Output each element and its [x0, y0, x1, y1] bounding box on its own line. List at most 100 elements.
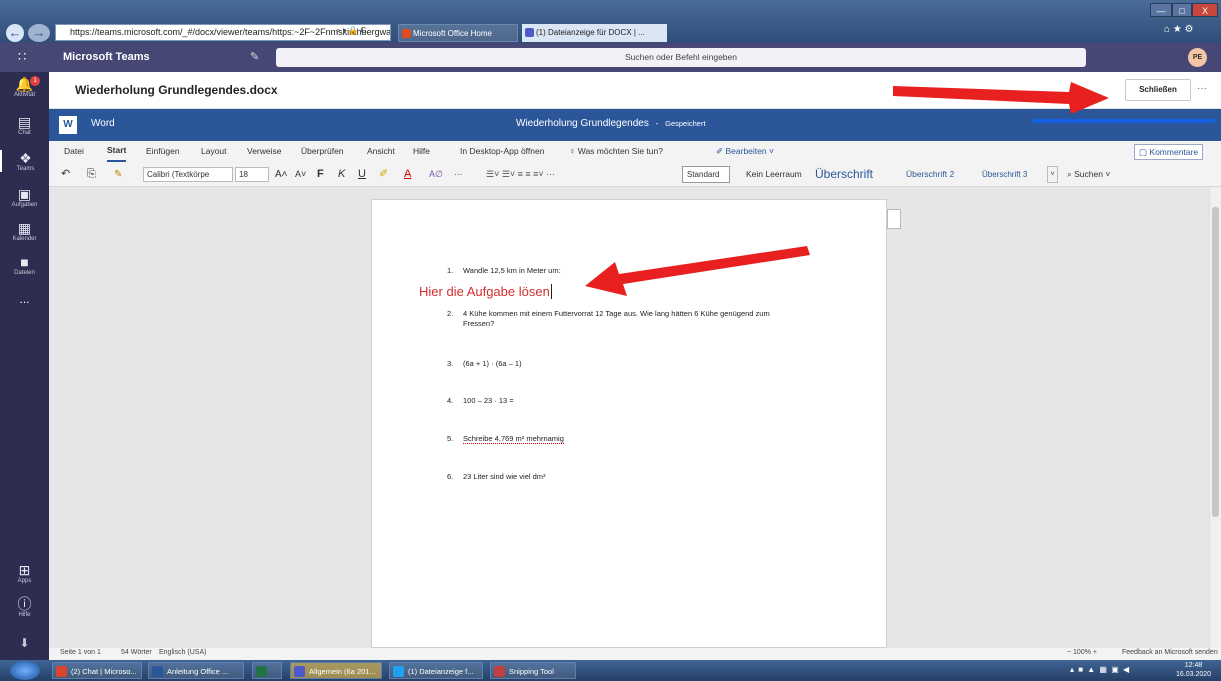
q2-text: 4 Kühe kommen mit einem Futtervorrat 12 … — [463, 309, 770, 328]
style-heading-2[interactable]: Überschrift 2 — [906, 162, 954, 187]
more-font-options[interactable]: ··· — [454, 162, 463, 187]
rail-item-activity[interactable]: 🔔 Aktivität 1 — [0, 76, 49, 98]
rail-label-activity: Aktivität — [13, 92, 35, 98]
zoom-control[interactable]: − 100% + — [1067, 649, 1097, 656]
taskbar-item-ie[interactable]: (1) Dateianzeige f... — [389, 662, 483, 679]
office-icon — [402, 29, 411, 38]
rail-item-chat[interactable]: ▤ Chat — [0, 114, 49, 136]
scrollbar-thumb[interactable] — [1212, 207, 1219, 517]
q3-num: 3. — [447, 359, 454, 368]
new-chat-icon[interactable]: ✎ — [250, 50, 259, 63]
rail-item-assignments[interactable]: ▣ Aufgaben — [0, 186, 49, 208]
title-separator: - — [655, 119, 659, 128]
rail-label-teams: Teams — [16, 166, 35, 172]
list-tools-icons[interactable]: ☰˅ ☰˅ ≡ ≡ ≡˅ ··· — [486, 162, 555, 187]
start-button[interactable] — [10, 661, 40, 680]
answer-hint[interactable]: Hier die Aufgabe lösen — [419, 284, 552, 299]
search-button[interactable]: ⌕ Suchen ˅ — [1067, 162, 1110, 187]
vertical-scrollbar[interactable] — [1209, 187, 1221, 648]
app-grid-icon[interactable]: ∷ — [18, 49, 26, 65]
word-count: 54 Wörter — [121, 649, 152, 656]
italic-button[interactable]: K — [338, 162, 345, 187]
browser-chrome: ← → https://teams.microsoft.com/_#/docx/… — [0, 0, 1221, 43]
rail-item-teams[interactable]: ❖ Teams — [0, 150, 49, 172]
format-painter-icon[interactable]: ✎ — [114, 162, 122, 187]
status-bar: Seite 1 von 1 54 Wörter Englisch (USA) −… — [49, 648, 1221, 660]
taskbar-item-snipping[interactable]: Snipping Tool — [490, 662, 576, 679]
taskbar-teams-label: Allgemein (6a 201... — [309, 667, 376, 676]
search-input[interactable]: Suchen oder Befehl eingeben — [276, 48, 1086, 67]
tab-office-home[interactable]: Microsoft Office Home — [398, 24, 518, 42]
feedback-link[interactable]: Feedback an Microsoft senden — [1122, 649, 1218, 656]
tab-start[interactable]: Start — [107, 141, 127, 162]
tab-hilfe[interactable]: Hilfe — [413, 141, 430, 162]
edit-mode-button[interactable]: ✐ Bearbeiten ˅ — [716, 141, 774, 162]
tab-verweise[interactable]: Verweise — [247, 141, 282, 162]
document-title[interactable]: Wiederholung Grundlegendes - Gespeichert — [516, 118, 706, 129]
download-icon[interactable]: ⬇ — [0, 636, 49, 650]
q1-num: 1. — [447, 266, 454, 275]
font-color-icon[interactable]: A — [404, 162, 411, 187]
taskbar-item-excel[interactable] — [252, 662, 282, 679]
style-no-spacing[interactable]: Kein Leerraum — [746, 162, 802, 187]
home-star-gear-icons[interactable]: ⌂ ★ ⚙ — [1164, 24, 1194, 35]
bold-button[interactable]: F — [317, 162, 324, 187]
shrink-font-icon[interactable]: A˅ — [295, 162, 306, 187]
highlight-icon[interactable]: ✐ — [379, 162, 388, 187]
avatar[interactable]: PE — [1188, 48, 1207, 67]
rail-item-files[interactable]: ■ Dateien — [0, 254, 49, 276]
taskbar-snipping-label: Snipping Tool — [509, 667, 554, 676]
close-file-button[interactable]: Schließen — [1125, 79, 1191, 101]
address-icons[interactable]: ⌕ ▾ 🔒 C — [336, 26, 366, 36]
clock[interactable]: 12:48 16.03.2020 — [1176, 661, 1211, 679]
q6-text: 23 Liter sind wie viel dm³ — [463, 472, 546, 481]
taskbar-item-word[interactable]: Anleitung Office ... — [148, 662, 244, 679]
tell-me-field[interactable]: ♀ Was möchten Sie tun? — [569, 141, 663, 162]
tell-me-label: Was möchten Sie tun? — [577, 146, 663, 156]
clear-format-icon[interactable]: A∅ — [429, 162, 443, 187]
question-3[interactable]: 3. (6a + 1) · (6a – 1) — [447, 359, 522, 369]
tab-ansicht[interactable]: Ansicht — [367, 141, 395, 162]
minimize-button[interactable]: — — [1150, 3, 1172, 17]
styles-dropdown-icon[interactable]: ˅ — [1047, 166, 1058, 183]
comments-button[interactable]: ▢ Kommentare — [1134, 144, 1204, 160]
forward-button[interactable]: → — [28, 24, 50, 42]
rail-item-calendar[interactable]: ▦ Kalender — [0, 220, 49, 242]
question-4[interactable]: 4. 100 – 23 · 13 = — [447, 396, 514, 406]
grow-font-icon[interactable]: A˄ — [275, 162, 288, 187]
language[interactable]: Englisch (USA) — [159, 649, 206, 656]
tab-layout[interactable]: Layout — [201, 141, 227, 162]
tab-datei[interactable]: Datei — [64, 141, 84, 162]
more-options-icon[interactable]: ··· — [1197, 83, 1207, 94]
back-button[interactable]: ← — [6, 24, 24, 42]
rail-label-chat: Chat — [18, 130, 31, 136]
tab-ueberpruefen[interactable]: Überprüfen — [301, 141, 344, 162]
tab-open-desktop[interactable]: In Desktop-App öffnen — [460, 141, 544, 162]
style-heading-3[interactable]: Überschrift 3 — [982, 162, 1027, 187]
question-5[interactable]: 5. Schreibe 4,769 m² mehrnamig — [447, 434, 564, 444]
rail-item-help[interactable]: ⓘ Hilfe — [0, 596, 49, 618]
style-heading-1[interactable]: Überschrift — [815, 162, 873, 187]
system-tray-icons[interactable]: ▴ ■ ▲ ▦ ▣ ◀ — [1070, 665, 1130, 674]
question-6[interactable]: 6. 23 Liter sind wie viel dm³ — [447, 472, 546, 482]
q4-num: 4. — [447, 396, 454, 405]
tab-einfuegen[interactable]: Einfügen — [146, 141, 180, 162]
maximize-button[interactable]: □ — [1172, 3, 1192, 17]
close-window-button[interactable]: X — [1192, 3, 1218, 17]
question-1[interactable]: 1. Wandle 12,5 km in Meter um: — [447, 266, 561, 276]
question-2[interactable]: 2. 4 Kühe kommen mit einem Futtervorrat 1… — [447, 309, 807, 329]
undo-icon[interactable]: ↶ — [61, 162, 70, 187]
font-family-select[interactable]: Calibri (Textkörpe — [143, 167, 233, 182]
font-size-select[interactable]: 18 — [235, 167, 269, 182]
clipboard-icon[interactable]: ⎘ — [87, 162, 96, 187]
rail-more-button[interactable]: ... — [0, 292, 49, 306]
taskbar-chrome-label: (2) Chat | Microso... — [71, 667, 137, 676]
taskbar-item-teams[interactable]: Allgemein (6a 201... — [290, 662, 382, 679]
taskbar-item-chrome[interactable]: (2) Chat | Microso... — [52, 662, 142, 679]
bell-icon: 🔔 — [15, 76, 34, 92]
comment-margin-marker[interactable] — [887, 209, 901, 229]
underline-button[interactable]: U — [358, 162, 366, 187]
style-standard[interactable]: Standard — [682, 166, 730, 183]
tab-docx-viewer[interactable]: (1) Dateianzeige für DOCX | ... — [522, 24, 667, 42]
rail-item-apps[interactable]: ⊞ Apps — [0, 562, 49, 584]
